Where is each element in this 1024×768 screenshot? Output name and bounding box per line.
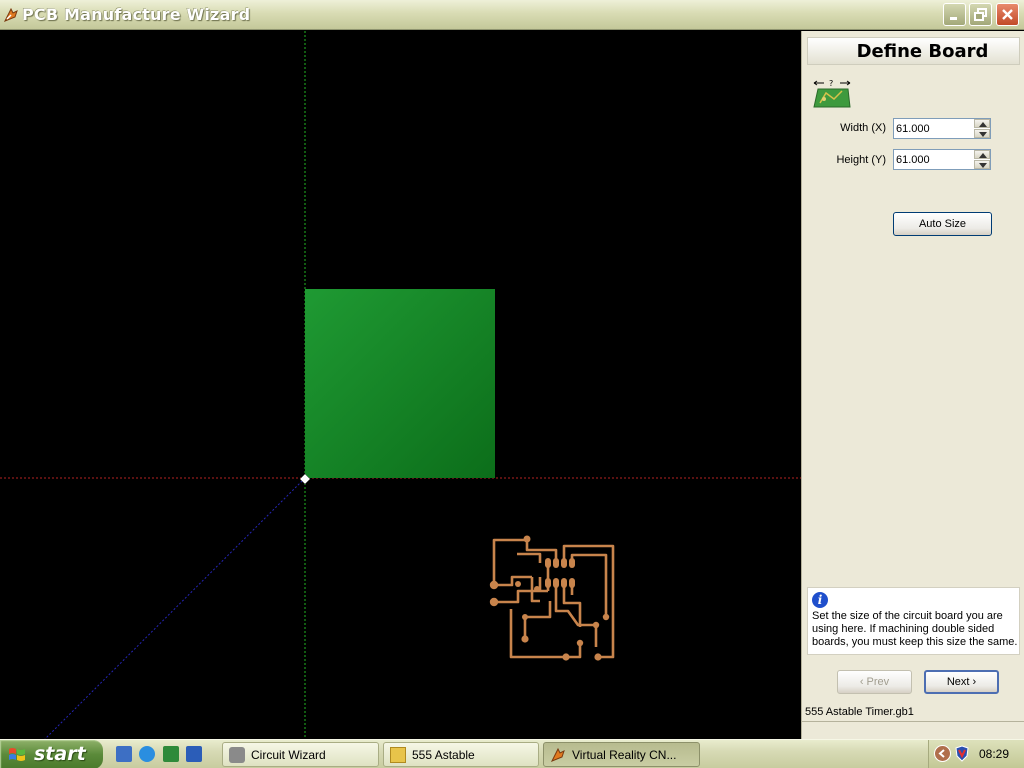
width-input[interactable] — [894, 119, 974, 138]
quick-launch-ie-icon[interactable] — [116, 746, 132, 762]
minimize-icon — [950, 17, 957, 20]
status-filename: 555 Astable Timer.gb1 — [805, 706, 914, 718]
pcb-traces — [492, 538, 615, 659]
panel-title: Define Board — [856, 41, 989, 62]
close-button[interactable] — [996, 3, 1019, 26]
width-field[interactable] — [893, 118, 991, 139]
task-virtual-reality-cnc[interactable]: Virtual Reality CN... — [543, 742, 700, 767]
task-label: Circuit Wizard — [251, 748, 326, 762]
task-circuit-wizard[interactable]: Circuit Wizard — [222, 742, 379, 767]
board-size-icon: ? — [813, 79, 851, 108]
arrow-down-icon — [979, 132, 987, 137]
auto-size-button[interactable]: Auto Size — [893, 212, 992, 236]
pcb-board[interactable] — [305, 289, 495, 478]
panel-header: Define Board — [807, 37, 1020, 65]
info-icon: i — [812, 592, 828, 608]
circuit-wizard-icon — [229, 747, 245, 763]
minimize-button[interactable] — [943, 3, 966, 26]
panel-divider — [802, 721, 1024, 722]
clock[interactable]: 08:29 — [979, 747, 1009, 761]
windows-logo-icon — [9, 748, 25, 761]
close-icon — [1002, 9, 1013, 20]
width-spin-down-button[interactable] — [974, 129, 990, 138]
width-label: Width (X) — [840, 122, 886, 134]
quick-launch-word-icon[interactable] — [186, 746, 202, 762]
arrow-up-icon — [979, 153, 987, 158]
task-label: Virtual Reality CN... — [572, 748, 677, 762]
height-spinner[interactable] — [974, 150, 990, 169]
wizard-panel: Define Board ? Width (X) Height (Y) Auto… — [801, 31, 1024, 739]
height-label: Height (Y) — [836, 154, 886, 166]
pcb-wizard-app-icon — [3, 7, 18, 22]
system-tray: 08:29 — [928, 740, 1024, 768]
start-button[interactable]: start — [0, 740, 103, 768]
prev-button[interactable]: ‹ Prev — [837, 670, 912, 694]
chevron-left-icon — [938, 749, 945, 758]
height-spin-down-button[interactable] — [974, 160, 990, 169]
restore-icon — [974, 8, 987, 21]
antivirus-shield-icon[interactable] — [955, 745, 969, 762]
folder-icon — [390, 747, 406, 763]
next-button[interactable]: Next › — [924, 670, 999, 694]
start-label: start — [34, 743, 86, 765]
height-spin-up-button[interactable] — [974, 150, 990, 159]
taskbar: start Circuit Wizard 555 Astable Virtual… — [0, 739, 1024, 768]
maximize-button[interactable] — [969, 3, 992, 26]
show-hidden-icons-button[interactable] — [934, 745, 951, 762]
title-bar[interactable]: PCB Manufacture Wizard — [0, 0, 1024, 30]
svg-text:?: ? — [829, 79, 833, 88]
info-box: i Set the size of the circuit board you … — [807, 587, 1020, 655]
arrow-up-icon — [979, 122, 987, 127]
arrow-down-icon — [979, 163, 987, 168]
height-field[interactable] — [893, 149, 991, 170]
task-555-astable[interactable]: 555 Astable — [383, 742, 539, 767]
pcb-canvas[interactable] — [0, 31, 801, 739]
vr-cnc-icon — [550, 747, 565, 762]
info-text: Set the size of the circuit board you ar… — [812, 610, 1018, 648]
quick-launch-browser-icon[interactable] — [139, 746, 155, 762]
width-spin-up-button[interactable] — [974, 119, 990, 128]
quick-launch-excel-icon[interactable] — [163, 746, 179, 762]
z-axis-guide — [44, 477, 306, 739]
window-title: PCB Manufacture Wizard — [22, 5, 251, 24]
width-spinner[interactable] — [974, 119, 990, 138]
task-label: 555 Astable — [412, 748, 475, 762]
height-input[interactable] — [894, 150, 974, 169]
